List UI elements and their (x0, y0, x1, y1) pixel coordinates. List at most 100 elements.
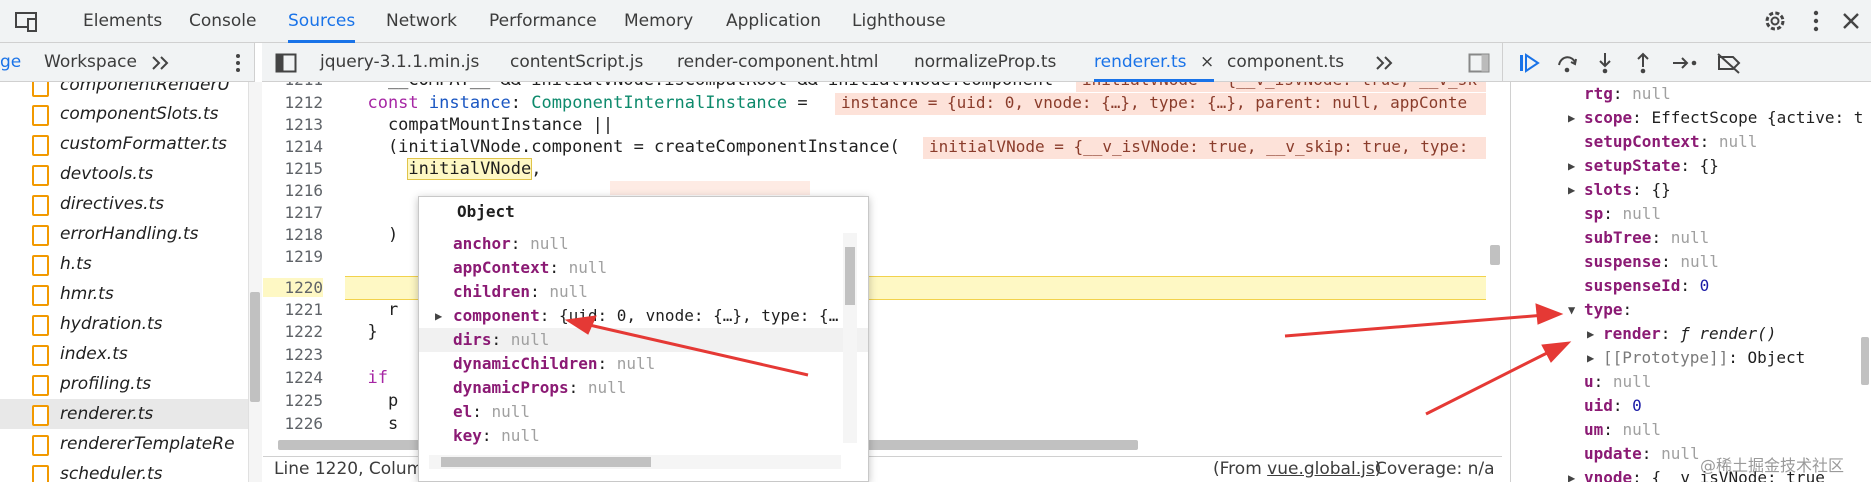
scope-row[interactable]: uid: 0 (1584, 394, 1642, 418)
navigator-menu-icon[interactable] (228, 52, 248, 74)
expand-triangle-icon[interactable]: ▶ (435, 304, 442, 328)
line-number[interactable]: 1224 (263, 368, 323, 387)
line-number[interactable]: 1217 (263, 203, 323, 222)
tab-page[interactable]: ge (0, 43, 21, 82)
line-number[interactable]: 1222 (263, 322, 323, 341)
tab-lighthouse[interactable]: Lighthouse (852, 0, 946, 43)
tab-memory[interactable]: Memory (624, 0, 693, 43)
tree-item-errorhandling[interactable]: errorHandling.ts (32, 219, 199, 249)
scope-row[interactable]: um: null (1584, 418, 1661, 442)
tab-workspace[interactable]: Workspace (44, 43, 137, 82)
line-number[interactable]: 1212 (263, 93, 323, 112)
tab-sources[interactable]: Sources (288, 0, 356, 43)
scope-row[interactable]: suspense: null (1584, 250, 1719, 274)
popover-row[interactable]: children: null (453, 280, 588, 304)
settings-gear-icon[interactable] (1762, 8, 1788, 34)
file-tab-component[interactable]: component.ts (1227, 43, 1344, 82)
resume-icon[interactable] (1517, 51, 1541, 75)
tree-item-componentslots[interactable]: componentSlots.ts (32, 99, 219, 129)
expand-triangle-icon[interactable]: ▶ (1568, 106, 1575, 130)
popover-horizontal-scrollbar[interactable] (429, 455, 841, 469)
expand-triangle-icon[interactable]: ▶ (1587, 322, 1594, 346)
more-options-icon[interactable] (1803, 8, 1829, 34)
tree-item-scheduler[interactable]: scheduler.ts (32, 459, 163, 482)
tree-item-hydration[interactable]: hydration.ts (32, 309, 163, 339)
deactivate-breakpoints-icon[interactable] (1715, 51, 1743, 75)
popover-row-component[interactable]: ▶ component: {uid: 0, vnode: {…}, type: {… (435, 304, 838, 328)
scope-row[interactable]: ▶ scope: EffectScope {active: t (1568, 106, 1863, 130)
popover-row[interactable]: el: null (453, 400, 530, 424)
line-number[interactable]: 1215 (263, 159, 323, 178)
tree-item-hmr[interactable]: hmr.ts (32, 279, 114, 309)
hovered-token[interactable]: initialVNode (407, 158, 533, 180)
tree-item-h[interactable]: h.ts (32, 249, 92, 279)
popover-horizontal-thumb[interactable] (441, 457, 651, 467)
device-toolbar-icon[interactable] (14, 8, 40, 34)
editor-scroll-thumb[interactable] (1490, 245, 1500, 265)
file-tree-scrollbar[interactable] (248, 82, 262, 482)
scope-row[interactable]: ▶ setupState: {} (1568, 154, 1719, 178)
tab-console[interactable]: Console (189, 0, 257, 43)
scope-row[interactable]: update: null (1584, 442, 1700, 466)
file-tab-normalizeprop[interactable]: normalizeProp.ts (914, 43, 1056, 82)
line-number[interactable]: 1218 (263, 225, 323, 244)
close-tab-icon[interactable]: × (1200, 52, 1214, 72)
object-preview-popover[interactable]: Object anchor: null appContext: null chi… (418, 196, 869, 482)
scope-row[interactable]: suspenseId: 0 (1584, 274, 1709, 298)
tree-item-renderertemplateref[interactable]: rendererTemplateRe (32, 429, 235, 459)
popover-row[interactable]: appContext: null (453, 256, 607, 280)
step-over-icon[interactable] (1555, 51, 1579, 75)
expand-triangle-icon[interactable]: ▶ (1587, 346, 1594, 370)
editor-vertical-scrollbar[interactable] (1486, 82, 1502, 452)
scope-row-prototype[interactable]: ▶ [[Prototype]]: Object (1587, 346, 1805, 370)
step-out-icon[interactable] (1631, 51, 1655, 75)
tree-item-componentrender[interactable]: componentRenderU (32, 82, 230, 100)
tree-item-renderer-selected[interactable]: renderer.ts (0, 399, 248, 429)
scope-row[interactable]: ▶ slots: {} (1568, 178, 1671, 202)
line-number[interactable]: 1219 (263, 247, 323, 266)
toggle-navigator-icon[interactable] (275, 52, 297, 74)
line-number[interactable]: 1214 (263, 137, 323, 156)
popover-vertical-scrollbar[interactable] (843, 233, 857, 443)
scope-row-type[interactable]: ▼ type: (1568, 298, 1632, 322)
line-number[interactable]: 1211 (263, 82, 323, 89)
tab-application[interactable]: Application (726, 0, 821, 43)
line-number[interactable]: 1225 (263, 391, 323, 410)
file-tab-contentscript[interactable]: contentScript.js (510, 43, 643, 82)
expand-triangle-icon[interactable]: ▶ (1568, 466, 1575, 482)
scope-row[interactable]: sp: null (1584, 202, 1661, 226)
line-number[interactable]: 1226 (263, 414, 323, 433)
file-tab-render-component[interactable]: render-component.html (677, 43, 878, 82)
file-tab-renderer[interactable]: renderer.ts × (1094, 43, 1215, 82)
popover-row[interactable]: key: null (453, 424, 540, 448)
tree-item-index[interactable]: index.ts (32, 339, 128, 369)
line-number[interactable]: 1213 (263, 115, 323, 134)
expand-triangle-icon[interactable]: ▶ (1568, 178, 1575, 202)
toggle-debugger-icon[interactable] (1468, 52, 1490, 74)
expand-triangle-icon[interactable]: ▶ (1568, 154, 1575, 178)
tab-performance[interactable]: Performance (489, 0, 597, 43)
collapse-triangle-icon[interactable]: ▼ (1568, 298, 1575, 322)
line-number[interactable]: 1216 (263, 181, 323, 200)
line-number[interactable]: 1221 (263, 300, 323, 319)
more-tabs-chevron-icon[interactable] (150, 53, 172, 73)
file-tree-scroll-thumb[interactable] (250, 292, 260, 402)
close-devtools-icon[interactable] (1838, 8, 1864, 34)
scope-scroll-thumb[interactable] (1861, 337, 1869, 385)
file-tab-jquery[interactable]: jquery-3.1.1.min.js (320, 43, 479, 82)
tree-item-devtools[interactable]: devtools.ts (32, 159, 153, 189)
popover-row-hovered[interactable]: dirs: null (419, 328, 868, 352)
popover-scroll-thumb[interactable] (845, 247, 855, 305)
source-file-link[interactable]: vue.global.js (1267, 459, 1375, 479)
scope-row[interactable]: rtg: null (1584, 82, 1671, 106)
step-icon[interactable] (1671, 51, 1699, 75)
scope-row[interactable]: u: null (1584, 370, 1651, 394)
tree-item-profiling[interactable]: profiling.ts (32, 369, 151, 399)
line-number[interactable]: 1223 (263, 345, 323, 364)
step-into-icon[interactable] (1593, 51, 1617, 75)
tree-item-customformatter[interactable]: customFormatter.ts (32, 129, 227, 159)
line-number-current[interactable]: 1220 (263, 278, 323, 297)
scope-row[interactable]: subTree: null (1584, 226, 1709, 250)
popover-row[interactable]: dynamicChildren: null (453, 352, 655, 376)
scope-row-render[interactable]: ▶ render: ƒ render() (1587, 322, 1776, 346)
